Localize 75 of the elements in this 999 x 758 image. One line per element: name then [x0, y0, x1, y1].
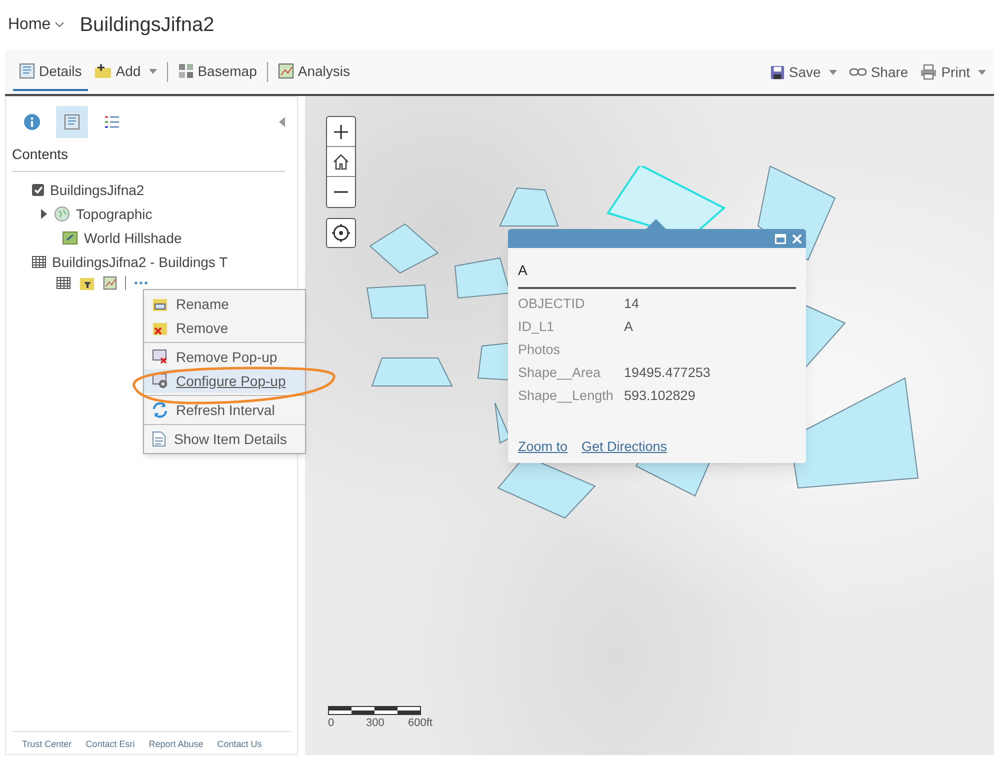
field-value: 593.102829 [624, 386, 696, 405]
remove-icon [152, 320, 168, 336]
plus-icon [333, 124, 349, 140]
toolbar-button[interactable]: Save [770, 62, 837, 82]
menu-item[interactable]: Remove Pop-up [144, 345, 305, 369]
refresh-icon [152, 402, 168, 418]
maximize-icon[interactable] [775, 234, 786, 244]
map-chart-icon[interactable] [103, 276, 117, 290]
field-label: Shape__Length [518, 386, 614, 405]
toolbar-button[interactable]: Print [920, 62, 986, 82]
document-icon [152, 431, 166, 447]
collapse-arrow-icon[interactable] [279, 117, 285, 127]
add-folder-icon [94, 63, 112, 79]
menu-item[interactable]: Remove [144, 316, 305, 340]
toolbar-tab[interactable]: Details [13, 53, 88, 91]
menu-item[interactable]: Show Item Details [144, 427, 305, 451]
minus-icon [333, 190, 349, 194]
contents-heading: Contents [12, 144, 285, 172]
toolbar-tab[interactable]: Add [88, 53, 163, 91]
scale-label: 0 [328, 716, 334, 731]
table-icon [32, 256, 46, 268]
field-value: 14 [624, 294, 640, 313]
menu-item[interactable]: Refresh Interval [144, 398, 305, 422]
footer-link[interactable]: Trust Center [22, 738, 72, 751]
field-label: ID_L1 [518, 318, 556, 336]
scale-label: 300 [366, 716, 384, 731]
grid-icon [178, 63, 194, 79]
field-label: Shape__Area [518, 364, 602, 382]
popup-remove-icon [152, 349, 168, 365]
toolbar-button[interactable]: Share [848, 62, 908, 82]
layer-name[interactable]: Topographic [76, 204, 152, 224]
popup-gear-icon [152, 373, 168, 389]
scale-bar-icon [328, 706, 421, 715]
popup-title: A [518, 260, 796, 289]
locate-icon [331, 223, 351, 243]
info-icon [24, 114, 40, 130]
layer-name[interactable]: World Hillshade [84, 228, 182, 248]
footer-link[interactable]: Report Abuse [148, 738, 204, 751]
toolbar-tab[interactable]: Analysis [272, 53, 356, 91]
field-value: 19495.477253 [624, 364, 710, 382]
caret-icon [54, 22, 64, 28]
home-icon [332, 152, 350, 170]
field-value: A [624, 318, 634, 336]
globe-icon [54, 206, 70, 222]
document-icon [64, 114, 80, 130]
document-icon [19, 63, 35, 79]
footer-link[interactable]: Contact Esri [86, 738, 135, 751]
close-icon[interactable] [792, 234, 802, 244]
field-label: Photos [518, 340, 562, 359]
layer-name[interactable]: BuildingsJifna2 - Buildings T [52, 252, 228, 272]
table-icon[interactable] [56, 277, 71, 289]
rename-icon [152, 296, 168, 312]
layer-name[interactable]: BuildingsJifna2 [50, 180, 144, 200]
scale-label: 600ft [408, 716, 432, 731]
layer-checkbox[interactable] [32, 184, 44, 196]
more-icon[interactable] [134, 281, 148, 285]
map-tile-icon [62, 231, 78, 245]
footer-link[interactable]: Contact Us [217, 738, 262, 751]
panel-tab[interactable] [56, 106, 88, 138]
map-chart-icon [278, 63, 294, 79]
toolbar-tab[interactable]: Basemap [172, 53, 263, 91]
print-icon [920, 64, 938, 80]
locate-button[interactable] [326, 218, 356, 248]
menu-item[interactable]: Rename [144, 292, 305, 316]
expand-caret-icon[interactable] [40, 209, 48, 219]
link-icon [848, 66, 867, 78]
popup-link[interactable]: Zoom to [518, 437, 568, 458]
list-icon [104, 114, 120, 130]
popup-link[interactable]: Get Directions [582, 437, 668, 458]
save-icon [770, 64, 785, 80]
field-label: OBJECTID [518, 294, 586, 313]
menu-item[interactable]: Configure Pop-up [144, 369, 305, 393]
filter-icon[interactable] [79, 276, 95, 290]
map-title: BuildingsJifna2 [80, 13, 214, 38]
home-link[interactable]: Home [8, 13, 64, 37]
